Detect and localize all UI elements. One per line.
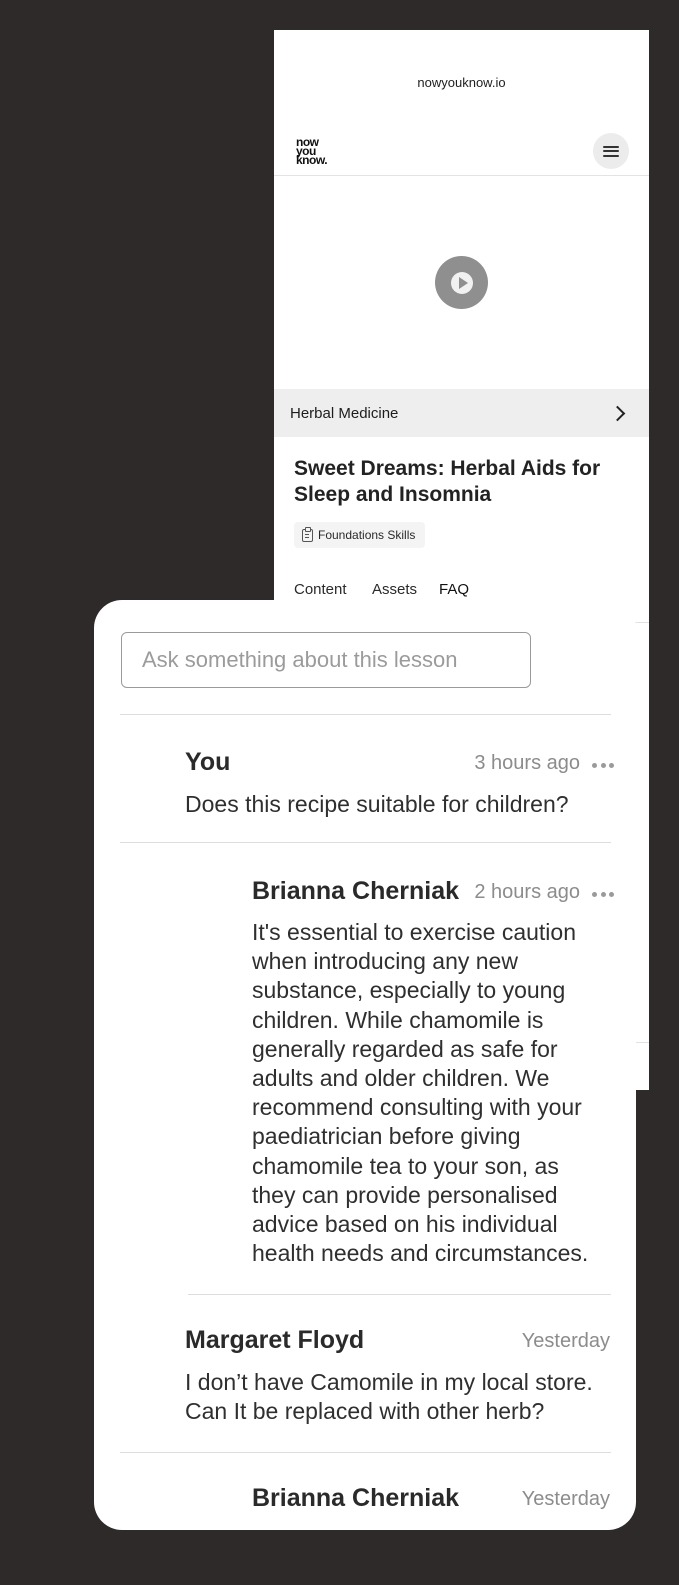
url-text: nowyouknow.io bbox=[417, 75, 506, 90]
more-options-icon[interactable] bbox=[592, 891, 614, 897]
ask-question-input[interactable] bbox=[121, 632, 531, 688]
divider bbox=[120, 842, 611, 843]
divider bbox=[120, 1452, 611, 1453]
lesson-title: Sweet Dreams: Herbal Aids for Sleep and … bbox=[294, 457, 601, 506]
message-author: Brianna Cherniak bbox=[252, 877, 460, 905]
divider bbox=[120, 714, 611, 715]
category-label: Herbal Medicine bbox=[290, 404, 399, 422]
site-header: now you know. bbox=[274, 106, 649, 176]
message-time: Yesterday bbox=[521, 1488, 610, 1510]
chevron-right-icon bbox=[609, 405, 626, 421]
category-breadcrumb[interactable]: Herbal Medicine bbox=[274, 389, 649, 437]
site-logo[interactable]: now you know. bbox=[296, 136, 340, 167]
skill-badge-label: Foundations Skills bbox=[318, 528, 416, 542]
logo-line-3: know. bbox=[296, 153, 328, 167]
message-author: Margaret Floyd bbox=[185, 1326, 365, 1354]
hamburger-menu-icon bbox=[603, 145, 619, 157]
message-author: You bbox=[185, 748, 231, 776]
message-time: 3 hours ago bbox=[474, 752, 580, 774]
play-icon bbox=[450, 271, 473, 294]
play-button[interactable] bbox=[435, 256, 488, 309]
message-author: Brianna Cherniak bbox=[252, 1484, 460, 1512]
message-text: I don’t have Camomile in my local store.… bbox=[185, 1369, 593, 1425]
divider bbox=[188, 1294, 611, 1295]
clipboard-icon bbox=[302, 526, 313, 542]
skill-badge: Foundations Skills bbox=[294, 522, 426, 548]
url-bar[interactable]: nowyouknow.io bbox=[274, 30, 649, 106]
video-player[interactable] bbox=[274, 176, 649, 389]
faq-panel: You 3 hours ago Does this recipe suitabl… bbox=[94, 600, 636, 1530]
message-text: Does this recipe suitable for children? bbox=[185, 791, 569, 817]
more-options-icon[interactable] bbox=[592, 762, 614, 768]
message-time: 2 hours ago bbox=[474, 881, 580, 903]
message-text: It's essential to exercise caution when … bbox=[252, 919, 589, 1267]
menu-button[interactable] bbox=[593, 133, 629, 169]
message-time: Yesterday bbox=[521, 1330, 610, 1352]
